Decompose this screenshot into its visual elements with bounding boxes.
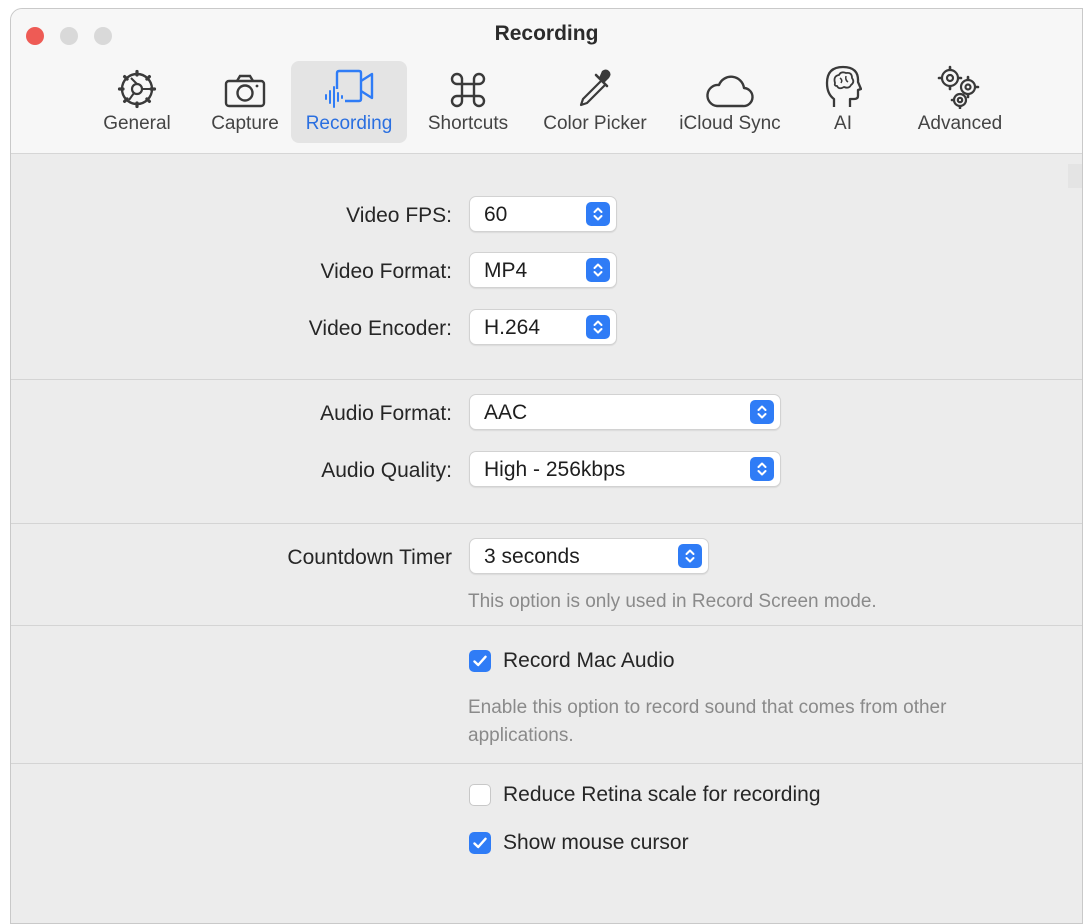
gear-icon (117, 61, 157, 109)
popup-value: 60 (484, 203, 508, 226)
preferences-window: Recording General Capture Recording Shor… (10, 8, 1083, 924)
tab-label: Advanced (917, 113, 1003, 134)
tab-label: AI (834, 113, 852, 134)
popup-value: MP4 (484, 259, 528, 282)
chevron-up-down-icon (586, 315, 610, 339)
tab-advanced[interactable]: Advanced (905, 61, 1015, 143)
command-key-icon (449, 61, 487, 109)
record-mac-audio-checkbox[interactable]: Record Mac Audio (469, 647, 675, 675)
checkbox-box (469, 784, 491, 806)
tab-label: iCloud Sync (679, 113, 781, 134)
checkmark-icon (469, 832, 491, 854)
video-fps-popup[interactable]: 60 (469, 196, 617, 232)
camera-icon (223, 61, 267, 109)
tab-label: Shortcuts (427, 113, 509, 134)
video-fps-label: Video FPS: (346, 204, 452, 227)
chevron-up-down-icon (586, 258, 610, 282)
brain-head-icon (824, 61, 862, 109)
checkbox-label: Record Mac Audio (503, 649, 675, 672)
chevron-up-down-icon (750, 457, 774, 481)
popup-value: High - 256kbps (484, 458, 626, 481)
audio-quality-popup[interactable]: High - 256kbps (469, 451, 781, 487)
countdown-hint: This option is only used in Record Scree… (468, 591, 877, 612)
section-divider (11, 763, 1082, 764)
gears-icon (935, 61, 985, 109)
video-encoder-popup[interactable]: H.264 (469, 309, 617, 345)
tab-label: General (103, 113, 171, 134)
recording-settings-pane: Video FPS: 60 Video Format: MP4 Video En… (11, 154, 1082, 923)
chevron-up-down-icon (678, 544, 702, 568)
audio-format-label: Audio Format: (320, 402, 452, 425)
popup-value: AAC (484, 401, 528, 424)
audio-quality-label: Audio Quality: (321, 459, 452, 482)
tab-label: Recording (305, 113, 393, 134)
window-title: Recording (494, 22, 599, 45)
toolbar: Recording General Capture Recording Shor… (11, 9, 1082, 154)
reduce-retina-checkbox[interactable]: Reduce Retina scale for recording (469, 781, 821, 809)
section-divider (11, 523, 1082, 524)
tab-ai[interactable]: AI (819, 61, 867, 143)
tab-recording[interactable]: Recording (291, 61, 407, 143)
section-divider (11, 379, 1082, 380)
tab-label: Capture (211, 113, 279, 134)
chevron-up-down-icon (586, 202, 610, 226)
checkbox-label: Reduce Retina scale for recording (503, 783, 821, 806)
countdown-timer-popup[interactable]: 3 seconds (469, 538, 709, 574)
scrollbar-track[interactable] (1068, 164, 1082, 188)
countdown-timer-label: Countdown Timer (287, 546, 452, 569)
eyedropper-icon (575, 61, 615, 109)
show-mouse-cursor-checkbox[interactable]: Show mouse cursor (469, 829, 689, 857)
checkbox-label: Show mouse cursor (503, 831, 689, 854)
tab-shortcuts[interactable]: Shortcuts (417, 61, 519, 143)
tab-capture[interactable]: Capture (199, 61, 291, 143)
video-recording-icon (323, 61, 375, 109)
audio-format-popup[interactable]: AAC (469, 394, 781, 430)
tab-color-picker[interactable]: Color Picker (531, 61, 659, 143)
video-format-label: Video Format: (320, 260, 452, 283)
popup-value: 3 seconds (484, 545, 580, 568)
video-format-popup[interactable]: MP4 (469, 252, 617, 288)
checkmark-icon (469, 650, 491, 672)
section-divider (11, 625, 1082, 626)
video-encoder-label: Video Encoder: (308, 317, 452, 340)
tab-label: Color Picker (543, 113, 647, 134)
mac-audio-hint: Enable this option to record sound that … (468, 697, 947, 746)
popup-value: H.264 (484, 316, 541, 339)
chevron-up-down-icon (750, 400, 774, 424)
cloud-icon (705, 61, 755, 109)
tab-general[interactable]: General (93, 61, 181, 143)
tab-icloud-sync[interactable]: iCloud Sync (671, 61, 789, 143)
